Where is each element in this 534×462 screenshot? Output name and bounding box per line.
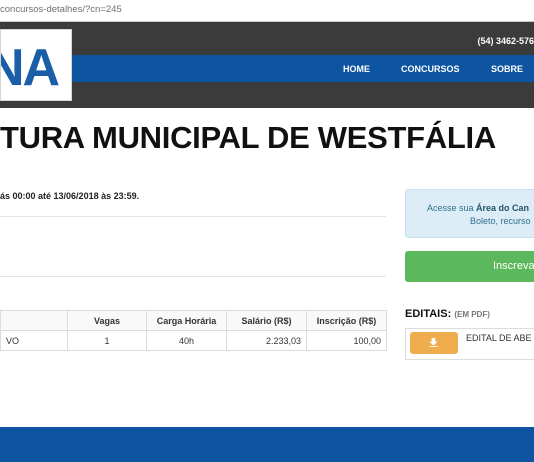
nav-home[interactable]: HOME bbox=[343, 64, 370, 74]
phone-number: (54) 3462-576 bbox=[477, 36, 534, 46]
notice-line-1: Acesse sua Área do Can bbox=[427, 203, 529, 213]
edital-link[interactable]: EDITAL DE ABE bbox=[466, 333, 532, 343]
register-button-label: Inscreva bbox=[493, 260, 534, 272]
download-icon bbox=[429, 338, 438, 347]
cell-cargo: VO bbox=[0, 330, 68, 351]
table-header-row: Vagas Carga Horária Salário (R$) Inscriç… bbox=[0, 310, 387, 331]
notice-line-2: Boleto, recurso bbox=[470, 216, 531, 226]
positions-table: Vagas Carga Horária Salário (R$) Inscriç… bbox=[0, 310, 387, 351]
divider bbox=[0, 216, 386, 217]
col-header-vagas: Vagas bbox=[67, 310, 147, 331]
page-title: TURA MUNICIPAL DE WESTFÁLIA bbox=[0, 120, 496, 155]
header-band bbox=[0, 82, 534, 108]
notice-link[interactable]: Área do Can bbox=[476, 203, 529, 213]
col-header-carga: Carga Horária bbox=[146, 310, 227, 331]
notice-prefix: Acesse sua bbox=[427, 203, 477, 213]
col-header-salario: Salário (R$) bbox=[226, 310, 307, 331]
url-text[interactable]: concursos-detalhes/?cn=245 bbox=[0, 4, 122, 15]
cell-salario: 2.233,03 bbox=[226, 330, 307, 351]
footer bbox=[0, 427, 534, 462]
main-nav: HOME CONCURSOS SOBRE bbox=[0, 55, 534, 82]
nav-sobre[interactable]: SOBRE bbox=[491, 64, 523, 74]
top-bar: (54) 3462-576 bbox=[0, 22, 534, 55]
site-logo[interactable]: NA bbox=[0, 29, 72, 101]
col-header-cargo bbox=[0, 310, 68, 331]
register-button[interactable]: Inscreva bbox=[405, 251, 534, 282]
browser-address-bar[interactable]: concursos-detalhes/?cn=245 bbox=[0, 0, 534, 22]
table-row: VO 1 40h 2.233,03 100,00 bbox=[0, 330, 387, 351]
nav-concursos[interactable]: CONCURSOS bbox=[401, 64, 460, 74]
cell-carga: 40h bbox=[146, 330, 227, 351]
cell-inscricao: 100,00 bbox=[306, 330, 387, 351]
editais-title: EDITAIS: bbox=[405, 308, 452, 320]
divider bbox=[0, 276, 386, 277]
registration-period: ás 00:00 até 13/06/2018 às 23:59. bbox=[0, 191, 140, 201]
editais-heading: EDITAIS: (EM PDF) bbox=[405, 308, 490, 320]
candidate-area-notice: Acesse sua Área do Can Boleto, recurso bbox=[405, 189, 534, 238]
editais-note: (EM PDF) bbox=[454, 310, 490, 319]
download-button[interactable] bbox=[410, 332, 458, 354]
col-header-inscricao: Inscrição (R$) bbox=[306, 310, 387, 331]
cell-vagas: 1 bbox=[67, 330, 147, 351]
logo-text: NA bbox=[1, 39, 60, 97]
